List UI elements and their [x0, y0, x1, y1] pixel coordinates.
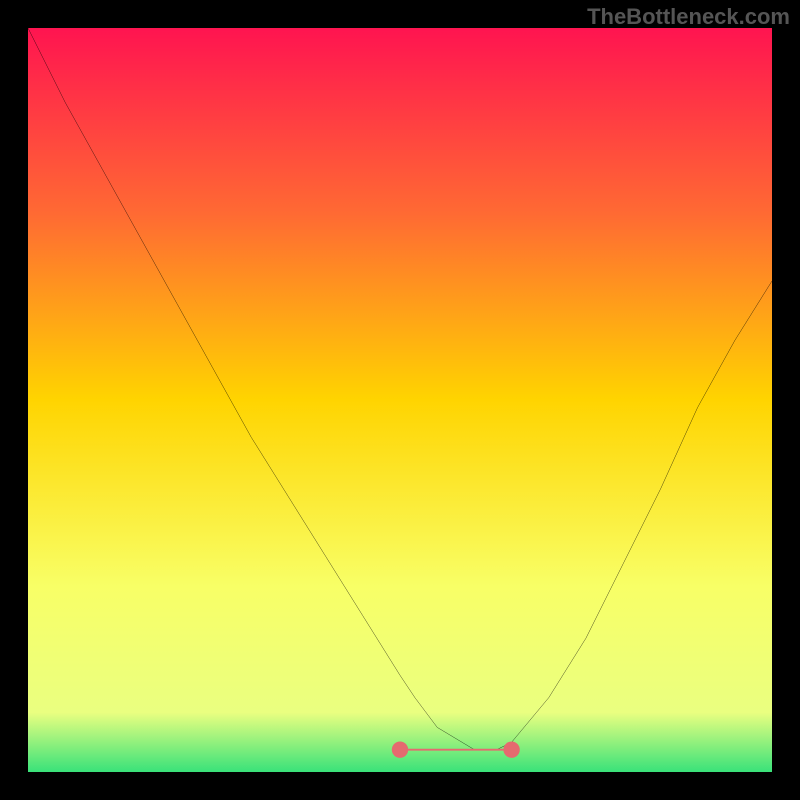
- watermark-text: TheBottleneck.com: [587, 4, 790, 30]
- optimal-band-endpoint: [503, 741, 519, 757]
- chart-svg: [28, 28, 772, 772]
- chart-plot-area: [28, 28, 772, 772]
- optimal-band-endpoint: [392, 741, 408, 757]
- chart-background: [28, 28, 772, 772]
